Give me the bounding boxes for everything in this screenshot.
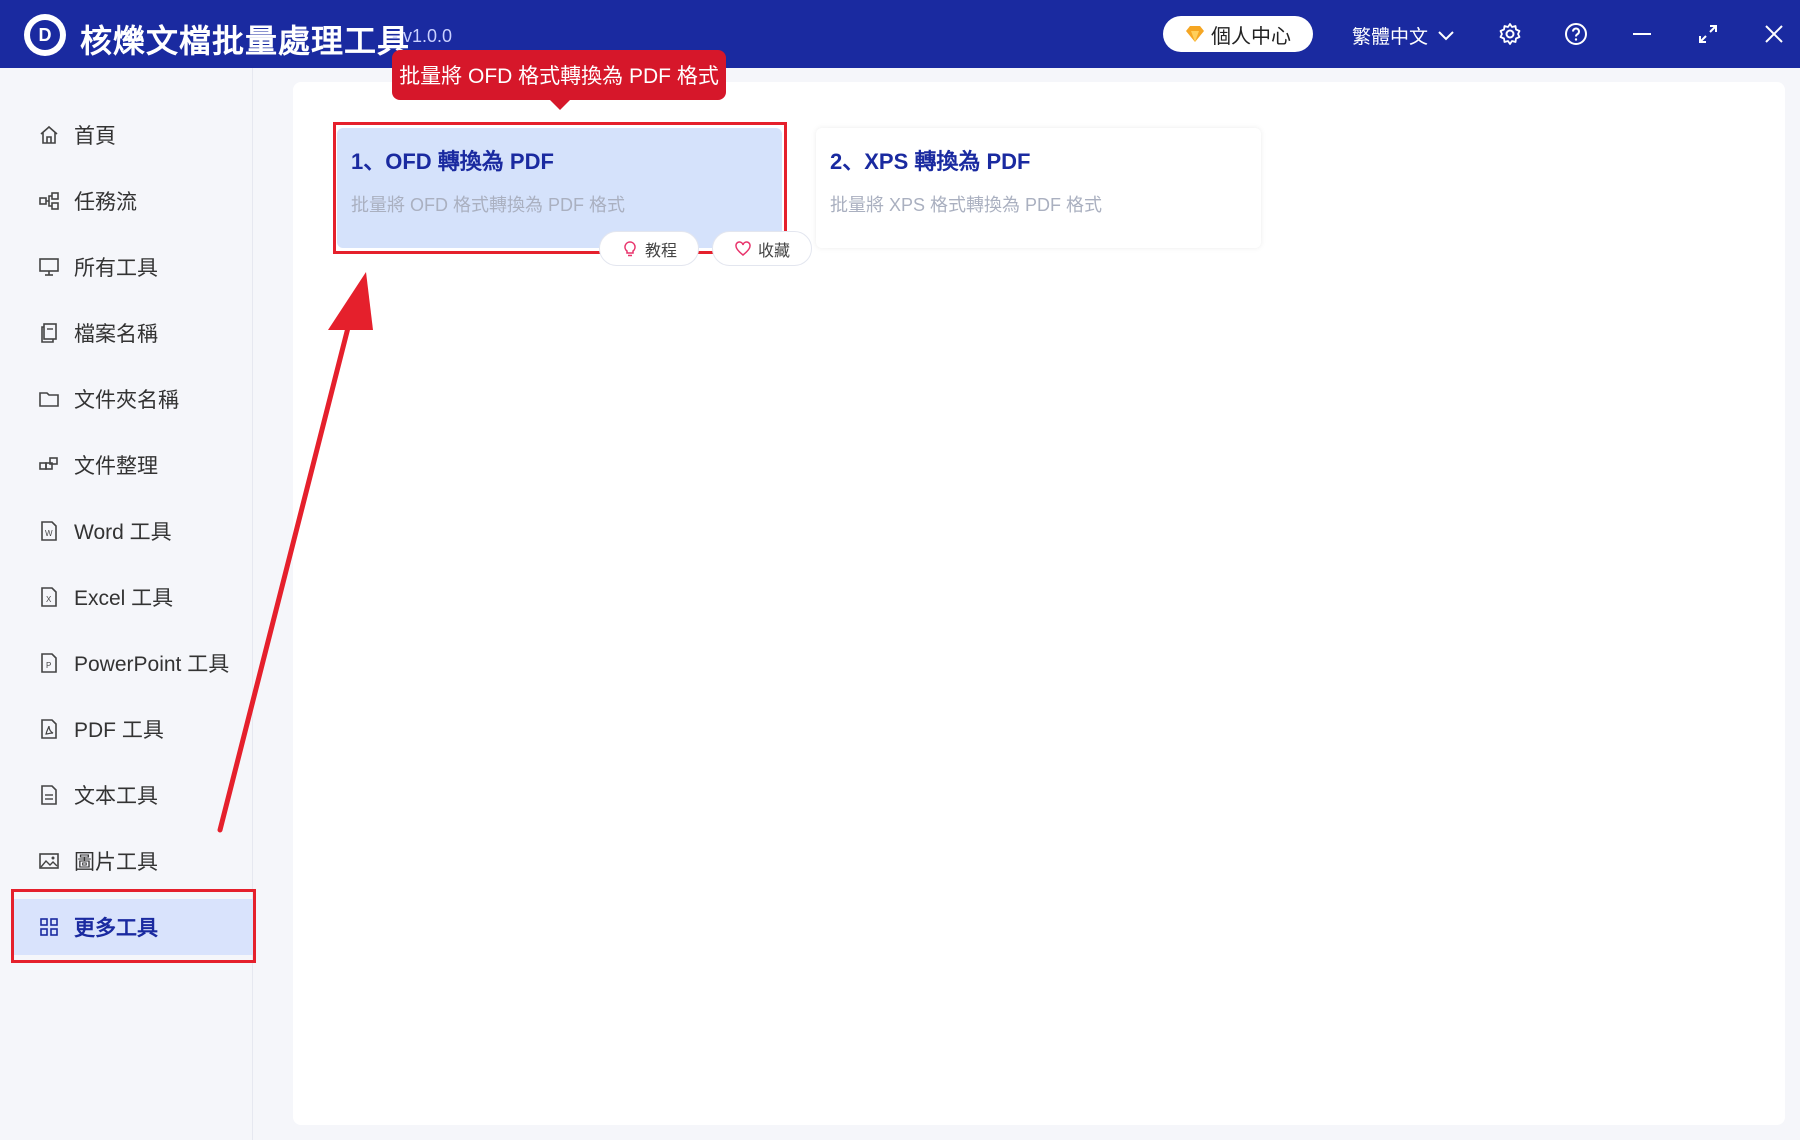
image-icon — [39, 853, 59, 869]
sidebar-item-word-tools[interactable]: W Word 工具 — [14, 503, 254, 559]
maximize-icon[interactable] — [1694, 20, 1722, 48]
sidebar-item-file-organize[interactable]: 文件整理 — [14, 437, 254, 493]
word-icon: W — [41, 521, 57, 541]
user-center-button[interactable]: 個人中心 — [1163, 16, 1313, 52]
svg-text:X: X — [46, 595, 52, 604]
help-icon[interactable] — [1562, 20, 1590, 48]
app-logo-letter: D — [30, 20, 60, 50]
diamond-icon — [1186, 26, 1204, 42]
sidebar-item-label: 圖片工具 — [74, 851, 158, 874]
sidebar-item-label: 首頁 — [74, 125, 116, 148]
app-title: 核爍文檔批量處理工具 — [80, 23, 411, 59]
pdf-icon — [41, 719, 57, 739]
tool-card-desc: 批量將 XPS 格式轉換為 PDF 格式 — [830, 195, 1103, 215]
svg-text:P: P — [46, 661, 51, 670]
sidebar-item-folder-name[interactable]: 文件夾名稱 — [14, 371, 254, 427]
tutorial-button[interactable]: 教程 — [599, 231, 699, 266]
sidebar-item-label: 文本工具 — [74, 785, 158, 808]
sidebar-item-label: 任務流 — [74, 191, 137, 214]
excel-icon: X — [41, 587, 57, 607]
tutorial-label: 教程 — [644, 242, 677, 260]
sidebar-item-label: 檔案名稱 — [74, 323, 158, 346]
text-icon — [41, 785, 57, 805]
sidebar-item-label: PowerPoint 工具 — [74, 653, 230, 676]
close-icon[interactable] — [1760, 20, 1788, 48]
home-icon — [40, 125, 58, 144]
sidebar-item-workflow[interactable]: 任務流 — [14, 173, 254, 229]
settings-gear-icon[interactable] — [1496, 20, 1524, 48]
sidebar-item-text-tools[interactable]: 文本工具 — [14, 767, 254, 823]
sidebar-item-label: Excel 工具 — [74, 587, 174, 610]
file-copy-icon — [41, 323, 57, 343]
sidebar-item-image-tools[interactable]: 圖片工具 — [14, 833, 254, 889]
sidebar-item-label: 所有工具 — [74, 257, 158, 280]
user-center-label: 個人中心 — [1211, 25, 1291, 48]
workflow-icon — [39, 192, 59, 210]
sidebar-item-label: Word 工具 — [74, 521, 172, 544]
bulb-icon — [624, 240, 636, 256]
tool-card-xps-to-pdf[interactable]: 2、XPS 轉換為 PDF 批量將 XPS 格式轉換為 PDF 格式 — [816, 128, 1261, 248]
folder-icon — [39, 392, 59, 407]
heart-icon — [735, 240, 751, 256]
sidebar-item-label: 文件整理 — [74, 455, 158, 478]
favorite-button[interactable]: 收藏 — [712, 231, 812, 266]
monitor-icon — [39, 258, 59, 276]
language-select[interactable]: 繁體中文 — [1352, 22, 1454, 49]
title-bar: D 核爍文檔批量處理工具 - v1.0.0 個人中心 繁體中文 — [0, 0, 1800, 68]
favorite-label: 收藏 — [757, 242, 790, 260]
highlight-box-more-tools — [11, 889, 256, 963]
sidebar-item-label: PDF 工具 — [74, 719, 164, 742]
sidebar-item-powerpoint-tools[interactable]: P PowerPoint 工具 — [14, 635, 254, 691]
sidebar-item-excel-tools[interactable]: X Excel 工具 — [14, 569, 254, 625]
language-label: 繁體中文 — [1352, 27, 1429, 48]
minimize-icon[interactable] — [1628, 20, 1656, 48]
chevron-down-icon — [1438, 30, 1454, 40]
tool-card-title: 2、XPS 轉換為 PDF — [830, 149, 1031, 174]
sidebar-item-all-tools[interactable]: 所有工具 — [14, 239, 254, 295]
powerpoint-icon: P — [41, 653, 57, 673]
sidebar-item-label: 文件夾名稱 — [74, 389, 179, 412]
sidebar-item-home[interactable]: 首頁 — [14, 107, 254, 163]
app-logo: D — [24, 14, 66, 56]
organize-icon — [39, 457, 58, 470]
tooltip: 批量將 OFD 格式轉換為 PDF 格式 — [392, 50, 726, 100]
sidebar-item-file-name[interactable]: 檔案名稱 — [14, 305, 254, 361]
svg-text:W: W — [45, 529, 53, 538]
app-version: - v1.0.0 — [392, 26, 453, 46]
sidebar-item-pdf-tools[interactable]: PDF 工具 — [14, 701, 254, 757]
tooltip-pointer — [549, 99, 571, 110]
